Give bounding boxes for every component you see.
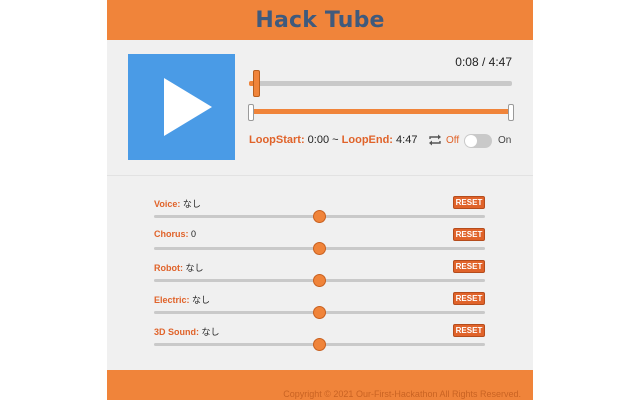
loop-toggle-knob xyxy=(465,135,477,147)
loop-end-handle[interactable] xyxy=(508,104,514,121)
loop-toggle-off-label: Off xyxy=(446,135,460,146)
app-title: Hack Tube xyxy=(255,7,385,33)
effect-value: なし xyxy=(201,327,220,337)
loop-start-handle[interactable] xyxy=(248,104,254,121)
header: Hack Tube xyxy=(107,0,533,40)
time-display: 0:08 / 4:47 xyxy=(455,55,512,69)
loop-toggle-on-label: On xyxy=(498,135,512,146)
effect-voice: Voice: なし RESET xyxy=(154,176,485,223)
effect-slider-thumb[interactable] xyxy=(313,338,326,351)
effect-value: 0 xyxy=(191,229,197,239)
seek-handle[interactable] xyxy=(252,70,260,97)
effect-chorus: Chorus: 0 RESET xyxy=(154,208,485,255)
app-container: Hack Tube 0:08 / 4:47 LoopStart: 0:00 ~ … xyxy=(107,0,533,400)
effect-label: Chorus: 0 xyxy=(154,229,196,239)
effect-name: Chorus: xyxy=(154,229,189,239)
loop-start-value: 0:00 xyxy=(307,134,330,146)
effects-panel: Voice: なし RESET Chorus: 0 RESET Robot: な… xyxy=(107,176,533,370)
loop-toggle[interactable] xyxy=(464,134,492,148)
effect-electric: Electric: なし RESET xyxy=(154,272,485,319)
seek-bar[interactable] xyxy=(249,81,512,86)
play-button[interactable] xyxy=(128,54,235,160)
reset-button-3d-sound[interactable]: RESET xyxy=(453,324,485,337)
loop-start-label: LoopStart: xyxy=(249,134,305,146)
loop-info: LoopStart: 0:00 ~ LoopEnd: 4:47 xyxy=(249,134,417,146)
footer: Copyright © 2021 Our-First-Hackathon All… xyxy=(107,370,533,400)
loop-end-label: LoopEnd: xyxy=(341,134,393,146)
effect-label: 3D Sound: なし xyxy=(154,325,220,338)
effect-3d-sound: 3D Sound: なし RESET xyxy=(154,304,485,351)
loop-separator: ~ xyxy=(332,134,339,146)
loop-end-value: 4:47 xyxy=(396,134,418,146)
repeat-icon xyxy=(429,134,441,146)
effect-robot: Robot: なし RESET xyxy=(154,240,485,287)
play-icon xyxy=(164,78,212,136)
copyright-text: Copyright © 2021 Our-First-Hackathon All… xyxy=(283,389,521,399)
loop-range-bar[interactable] xyxy=(251,109,512,114)
player-panel: 0:08 / 4:47 LoopStart: 0:00 ~ LoopEnd: 4… xyxy=(107,40,533,175)
effect-name: 3D Sound: xyxy=(154,327,199,337)
